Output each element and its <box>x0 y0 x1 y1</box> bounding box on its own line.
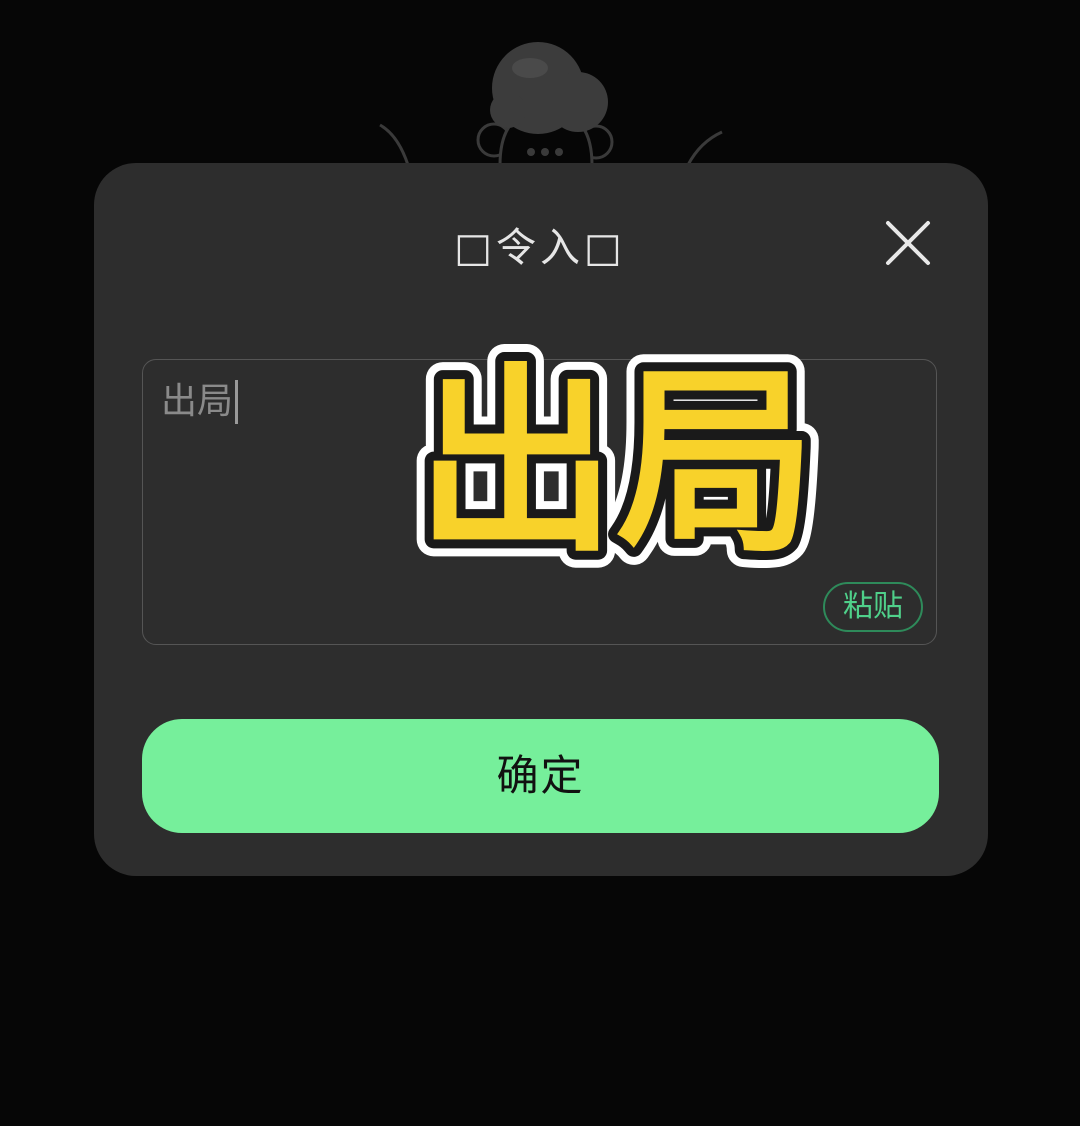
confirm-button[interactable]: 确定 <box>142 719 939 833</box>
mascot-icon <box>379 42 723 166</box>
text-caret <box>235 380 239 424</box>
close-button[interactable] <box>880 215 936 271</box>
mascot-illustration <box>370 30 730 180</box>
sticker-fill-text: 出局 <box>416 347 816 576</box>
password-input-value: 出局 <box>161 381 234 422</box>
password-input-value-wrap: 出局 <box>161 376 239 428</box>
paste-button[interactable]: 粘贴 <box>823 582 923 632</box>
sticker-graphic: 出局 出局 出局 <box>399 330 833 597</box>
overlay-sticker: 出局 出局 出局 <box>396 330 836 597</box>
close-icon <box>886 221 930 265</box>
